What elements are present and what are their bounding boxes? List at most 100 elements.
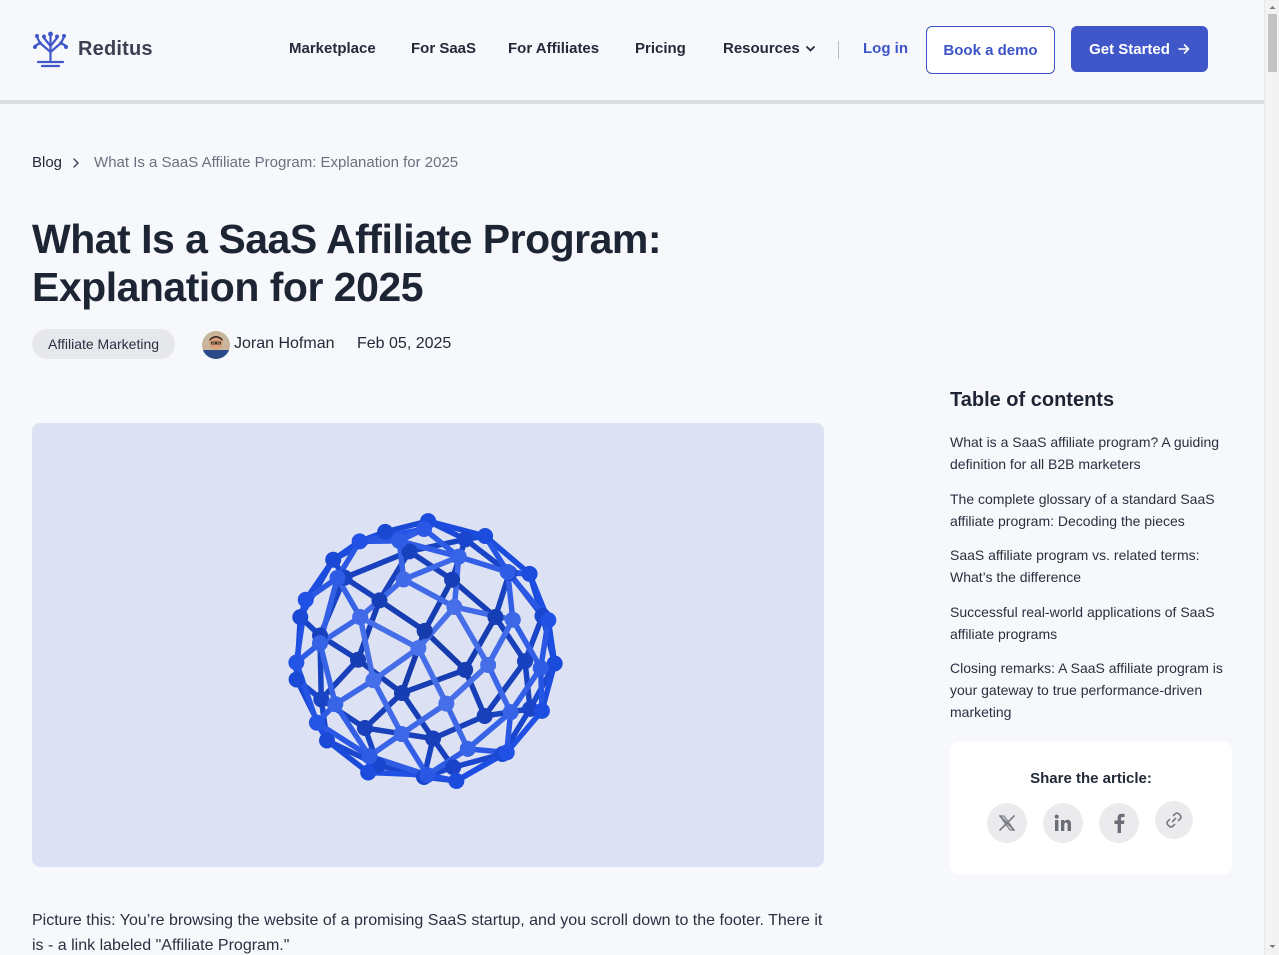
sphere-node — [329, 569, 346, 586]
sphere-node — [533, 702, 550, 719]
sphere-node — [361, 748, 378, 765]
sphere-node — [360, 764, 377, 781]
x-icon — [998, 815, 1016, 831]
sphere-node — [498, 744, 515, 761]
chevron-right-icon — [73, 157, 80, 168]
sphere-node — [516, 653, 533, 670]
sphere-node — [349, 651, 366, 668]
sphere-node — [327, 696, 344, 713]
sphere-node — [459, 740, 476, 757]
nav-pricing[interactable]: Pricing — [635, 40, 686, 57]
sphere-node — [480, 656, 497, 673]
toc-title: Table of contents — [950, 389, 1115, 411]
sphere-node — [487, 608, 504, 625]
sphere-node — [297, 591, 314, 608]
breadcrumb-blog-link[interactable]: Blog — [32, 154, 62, 171]
logo[interactable]: Reditus — [32, 30, 153, 68]
sphere-node — [308, 714, 325, 731]
sphere-node — [438, 695, 455, 712]
nav-marketplace[interactable]: Marketplace — [289, 40, 376, 57]
sphere-node — [425, 730, 442, 747]
arrow-right-icon — [1178, 44, 1190, 54]
scroll-up-icon[interactable] — [1268, 3, 1277, 12]
share-card: Share the article: — [950, 742, 1232, 874]
linkedin-icon — [1054, 814, 1071, 831]
sphere-node — [393, 685, 410, 702]
sphere-node — [450, 548, 467, 565]
sphere-node — [504, 611, 521, 628]
reditus-logo-icon — [33, 31, 68, 68]
nav-resources[interactable]: Resources — [723, 40, 816, 57]
category-tag[interactable]: Affiliate Marketing — [32, 329, 176, 359]
publish-date: Feb 05, 2025 — [357, 335, 452, 352]
nav-for-saas[interactable]: For SaaS — [411, 40, 476, 57]
login-link[interactable]: Log in — [863, 40, 908, 57]
sphere-node — [416, 521, 432, 538]
toc-item[interactable]: SaaS affiliate program vs. related terms… — [950, 544, 1235, 588]
sphere-node — [521, 565, 538, 582]
site-header: Reditus Marketplace For SaaS For Affilia… — [0, 0, 1264, 100]
sphere-node — [395, 571, 412, 588]
breadcrumb-current: What Is a SaaS Affiliate Program: Explan… — [94, 154, 459, 171]
share-x-button[interactable] — [987, 803, 1027, 843]
sphere-node — [416, 622, 433, 639]
page-title: What Is a SaaS Affiliate Program: Explan… — [32, 216, 662, 310]
sphere-node — [288, 654, 305, 671]
sphere-node — [540, 612, 557, 629]
sphere-node — [356, 719, 373, 736]
book-demo-button[interactable]: Book a demo — [926, 26, 1055, 74]
sphere-node — [444, 571, 461, 588]
chevron-down-icon — [805, 46, 815, 52]
sphere-node — [351, 533, 368, 550]
sphere-node — [446, 598, 463, 615]
share-title: Share the article: — [1030, 770, 1152, 787]
toc-item[interactable]: Successful real-world applications of Sa… — [950, 601, 1235, 645]
sphere-node — [457, 531, 474, 548]
sphere-node — [476, 707, 493, 724]
sphere-node — [419, 767, 436, 784]
sphere-node — [288, 671, 305, 688]
scroll-down-icon[interactable] — [1268, 942, 1277, 951]
sphere-node — [371, 592, 388, 609]
nav-divider — [838, 41, 839, 59]
share-facebook-button[interactable] — [1099, 803, 1139, 843]
toc-item[interactable]: The complete glossary of a standard SaaS… — [950, 488, 1235, 532]
author-avatar — [202, 331, 230, 359]
sphere-node — [365, 672, 382, 689]
hero-image — [32, 423, 824, 867]
article-intro: Picture this: You’re browsing the websit… — [32, 912, 823, 954]
scrollbar-thumb[interactable] — [1268, 14, 1277, 72]
toc-item[interactable]: Closing remarks: A SaaS affiliate progra… — [950, 657, 1235, 723]
get-started-label: Get Started — [1089, 40, 1170, 58]
sphere-node — [502, 704, 519, 721]
share-linkedin-button[interactable] — [1043, 803, 1083, 843]
nav-for-affiliates[interactable]: For Affiliates — [508, 40, 599, 57]
sphere-node — [325, 551, 342, 568]
sphere-node — [445, 759, 462, 776]
nav-resources-label: Resources — [723, 40, 800, 57]
copy-link-button[interactable] — [1155, 801, 1193, 839]
sphere-node — [477, 528, 494, 545]
header-divider — [0, 100, 1264, 104]
facebook-icon — [1114, 813, 1125, 833]
sphere-strut — [376, 597, 428, 634]
sphere-node — [313, 691, 330, 708]
sphere-node — [292, 609, 309, 626]
breadcrumb: Blog What Is a SaaS Affiliate Program: E… — [32, 154, 458, 171]
sphere-node — [499, 564, 516, 581]
sphere-node — [319, 732, 336, 749]
sphere-node — [546, 655, 563, 672]
toc-item[interactable]: What is a SaaS affiliate program? A guid… — [950, 431, 1235, 475]
sphere-node — [391, 532, 408, 549]
get-started-button[interactable]: Get Started — [1071, 26, 1208, 72]
sphere-node — [311, 635, 328, 652]
sphere-node — [532, 659, 549, 676]
sphere-node — [457, 661, 474, 678]
scrollbar[interactable] — [1264, 0, 1279, 955]
author-name[interactable]: Joran Hofman — [234, 335, 335, 353]
table-of-contents: What is a SaaS affiliate program? A guid… — [950, 431, 1235, 736]
brand-name: Reditus — [78, 37, 153, 60]
link-icon — [1166, 812, 1182, 828]
wireframe-sphere-illustration — [288, 513, 563, 789]
sphere-node — [410, 640, 427, 657]
